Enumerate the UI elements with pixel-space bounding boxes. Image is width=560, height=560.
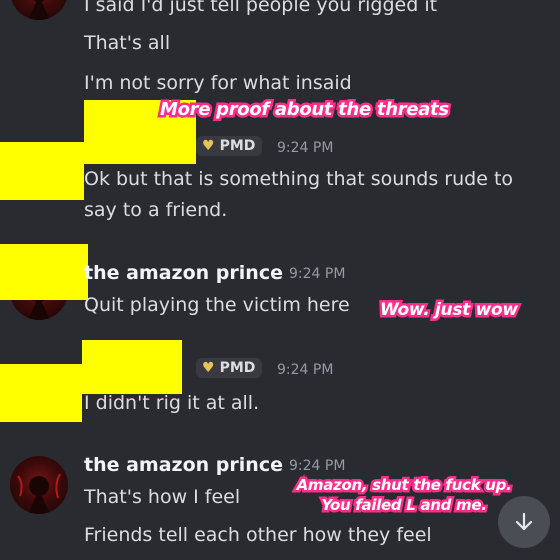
redaction-block bbox=[82, 340, 182, 394]
avatar[interactable] bbox=[10, 0, 68, 20]
badge-label: PMD bbox=[219, 360, 256, 376]
redaction-block bbox=[0, 142, 84, 200]
pmd-badge[interactable]: ♥ PMD bbox=[196, 358, 263, 378]
heart-icon: ♥ bbox=[202, 138, 215, 154]
redaction-block bbox=[0, 364, 82, 422]
badge-label: PMD bbox=[219, 138, 256, 154]
message-text: Friends tell each other how they feel bbox=[84, 524, 432, 546]
pmd-badge[interactable]: ♥ PMD bbox=[196, 136, 263, 156]
timestamp: 9:24 PM bbox=[277, 362, 334, 378]
message-text: That's all bbox=[84, 32, 171, 54]
message-text: I said I'd just tell people you rigged i… bbox=[84, 0, 438, 16]
overlay-caption-line: Amazon, shut the fuck up. bbox=[294, 474, 514, 497]
message-text: Quit playing the victim here bbox=[84, 294, 350, 316]
redaction-block bbox=[0, 244, 88, 300]
overlay-caption-line: You failed L and me. bbox=[319, 494, 490, 517]
avatar[interactable] bbox=[10, 456, 68, 514]
message-text: Ok but that is something that sounds rud… bbox=[84, 168, 514, 190]
timestamp: 9:24 PM bbox=[277, 140, 334, 156]
overlay-caption-wow: Wow. just wow bbox=[378, 298, 521, 323]
message-text: I didn't rig it at all. bbox=[84, 392, 260, 414]
message-text: I'm not sorry for what insaid bbox=[84, 72, 352, 94]
scroll-to-bottom-button[interactable] bbox=[498, 496, 550, 548]
timestamp: 9:24 PM bbox=[289, 266, 346, 282]
overlay-caption-shut-up: Amazon, shut the fuck up. You failed L a… bbox=[282, 474, 526, 517]
username[interactable]: the amazon prince bbox=[84, 454, 283, 476]
arrow-down-icon bbox=[515, 512, 533, 531]
message-text: say to a friend. bbox=[84, 199, 228, 221]
username[interactable]: the amazon prince bbox=[84, 262, 283, 284]
overlay-caption-threats: More proof about the threats bbox=[158, 97, 452, 123]
timestamp: 9:24 PM bbox=[289, 458, 346, 474]
message-text: That's how I feel bbox=[84, 486, 241, 508]
heart-icon: ♥ bbox=[202, 360, 215, 376]
